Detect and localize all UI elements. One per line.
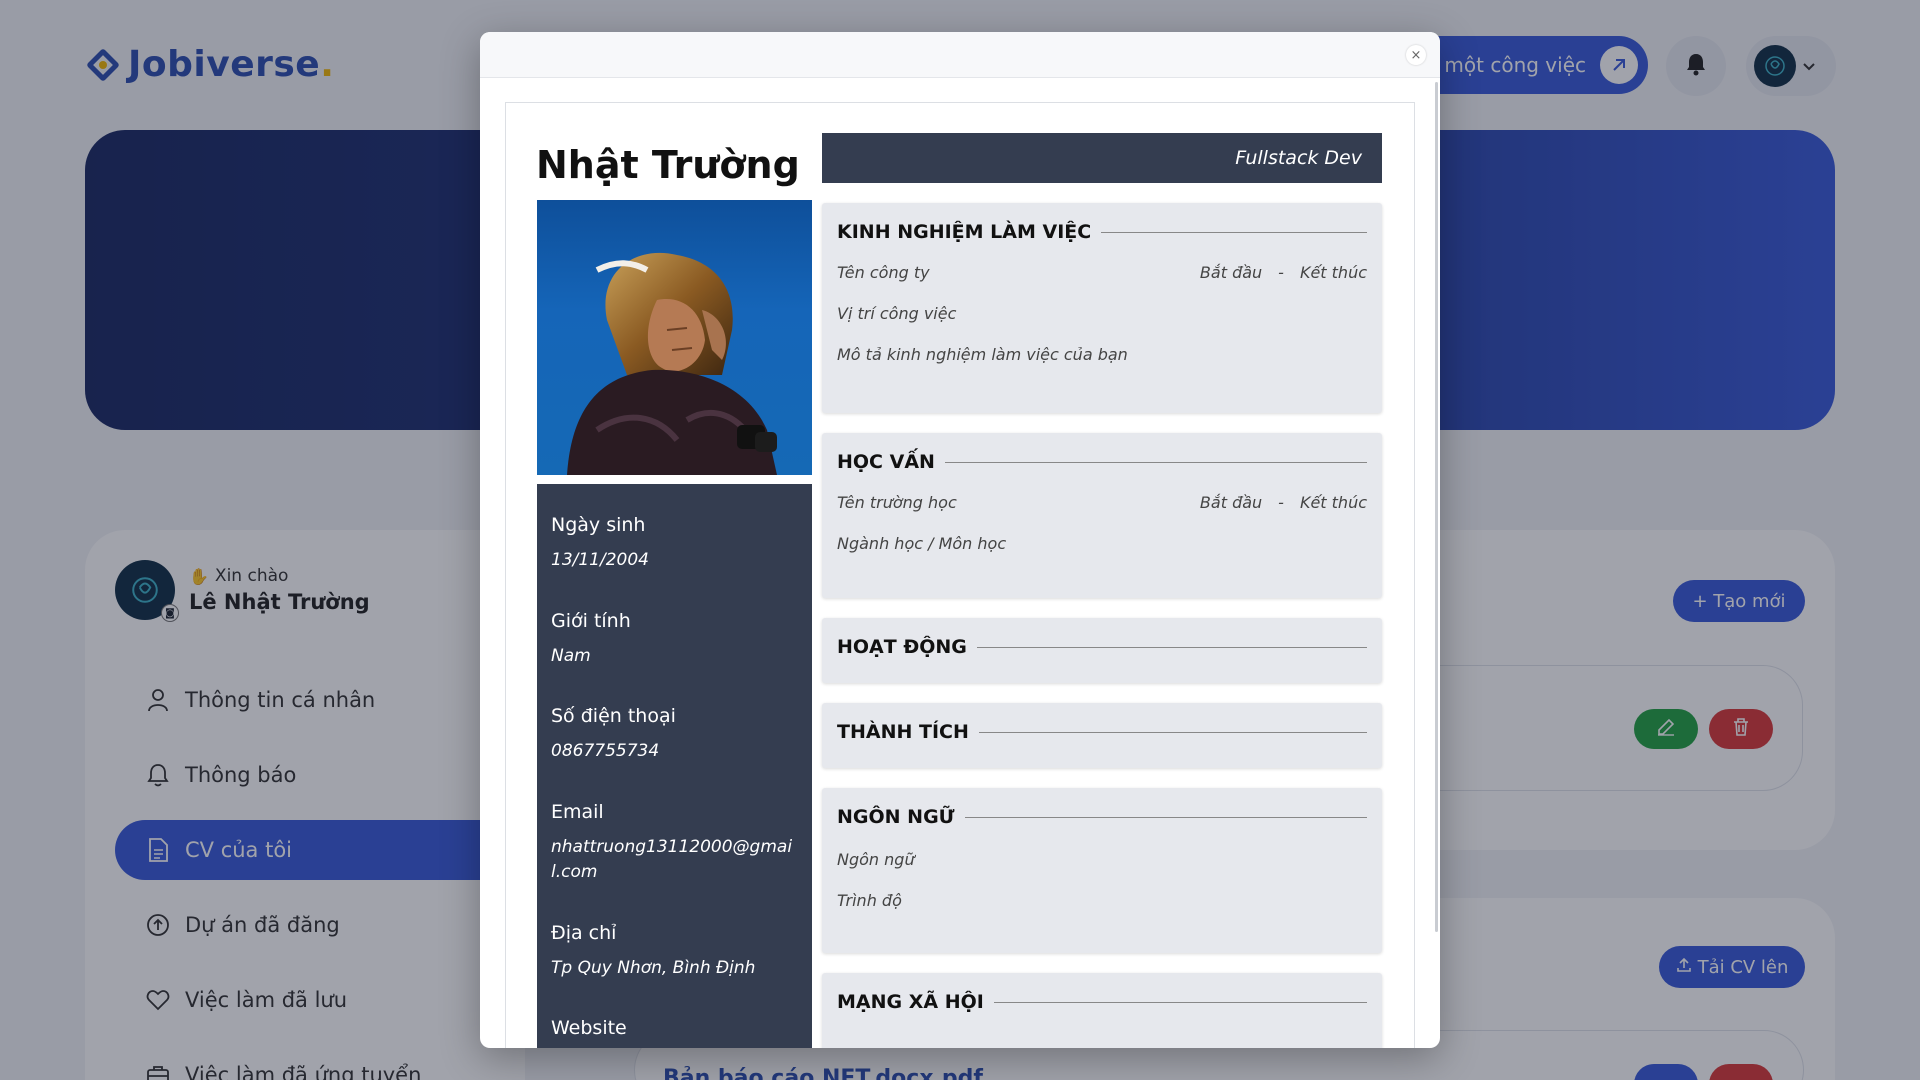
activities-section: HOẠT ĐỘNG — [822, 618, 1382, 683]
experience-end: Kết thúc — [1299, 263, 1367, 282]
social-section: MẠNG XÃ HỘI — [822, 973, 1382, 1048]
cv-photo — [537, 200, 812, 475]
modal-header: × — [480, 32, 1440, 78]
range-separator: - — [1278, 263, 1284, 282]
company-name: Tên công ty — [837, 263, 930, 282]
cv-name: Nhật Trường — [536, 143, 800, 187]
section-divider — [976, 646, 1367, 648]
education-title: HỌC VẤN — [837, 451, 935, 473]
email-value: nhattruong13112000@gmail.com — [551, 836, 793, 883]
birthday-value: 13/11/2004 — [551, 550, 649, 570]
close-icon[interactable]: × — [1406, 45, 1426, 65]
section-divider — [978, 731, 1367, 733]
education-section: HỌC VẤN Tên trường học Bắt đầu - Kết thú… — [822, 433, 1382, 598]
language-level: Trình độ — [837, 891, 902, 910]
birthday-label: Ngày sinh — [551, 514, 646, 536]
education-start: Bắt đầu — [1199, 493, 1263, 512]
cv-preview-modal: × Nhật Trường Ngày sinh 13/11/2004 Giới … — [480, 32, 1440, 1048]
address-label: Địa chỉ — [551, 921, 617, 944]
phone-value: 0867755734 — [551, 741, 660, 761]
section-divider — [993, 1001, 1367, 1003]
achievements-section: THÀNH TÍCH — [822, 703, 1382, 768]
languages-section: NGÔN NGỮ Ngôn ngữ Trình độ — [822, 788, 1382, 953]
job-title: Fullstack Dev — [1235, 147, 1362, 169]
language-name: Ngôn ngữ — [837, 850, 915, 869]
languages-title: NGÔN NGỮ — [837, 806, 955, 828]
email-label: Email — [551, 800, 604, 823]
section-divider — [944, 461, 1367, 463]
range-separator: - — [1278, 493, 1284, 512]
website-label: Website — [551, 1017, 627, 1039]
cv-sheet: Nhật Trường Ngày sinh 13/11/2004 Giới tí… — [505, 102, 1415, 1048]
major: Ngành học / Môn học — [837, 534, 1007, 553]
school-name: Tên trường học — [837, 493, 957, 512]
experience-start: Bắt đầu — [1199, 263, 1263, 282]
section-divider — [964, 816, 1367, 818]
achievements-title: THÀNH TÍCH — [837, 721, 969, 743]
job-position: Vị trí công việc — [837, 304, 957, 323]
address-value: Tp Quy Nhơn, Bình Định — [551, 957, 756, 978]
activities-title: HOẠT ĐỘNG — [837, 636, 967, 658]
phone-label: Số điện thoại — [551, 705, 676, 727]
experience-section: KINH NGHIỆM LÀM VIỆC Tên công ty Bắt đầu… — [822, 203, 1382, 413]
personal-info-panel: Ngày sinh 13/11/2004 Giới tính Nam Số đi… — [537, 484, 812, 1048]
section-divider — [1101, 231, 1367, 233]
gender-label: Giới tính — [551, 609, 631, 632]
education-end: Kết thúc — [1299, 493, 1367, 512]
experience-title: KINH NGHIỆM LÀM VIỆC — [837, 221, 1092, 243]
job-title-bar: Fullstack Dev — [822, 133, 1382, 183]
gender-value: Nam — [551, 645, 591, 666]
social-title: MẠNG XÃ HỘI — [837, 991, 984, 1013]
modal-scrollbar[interactable] — [1435, 82, 1438, 932]
experience-description: Mô tả kinh nghiệm làm việc của bạn — [837, 345, 1128, 364]
